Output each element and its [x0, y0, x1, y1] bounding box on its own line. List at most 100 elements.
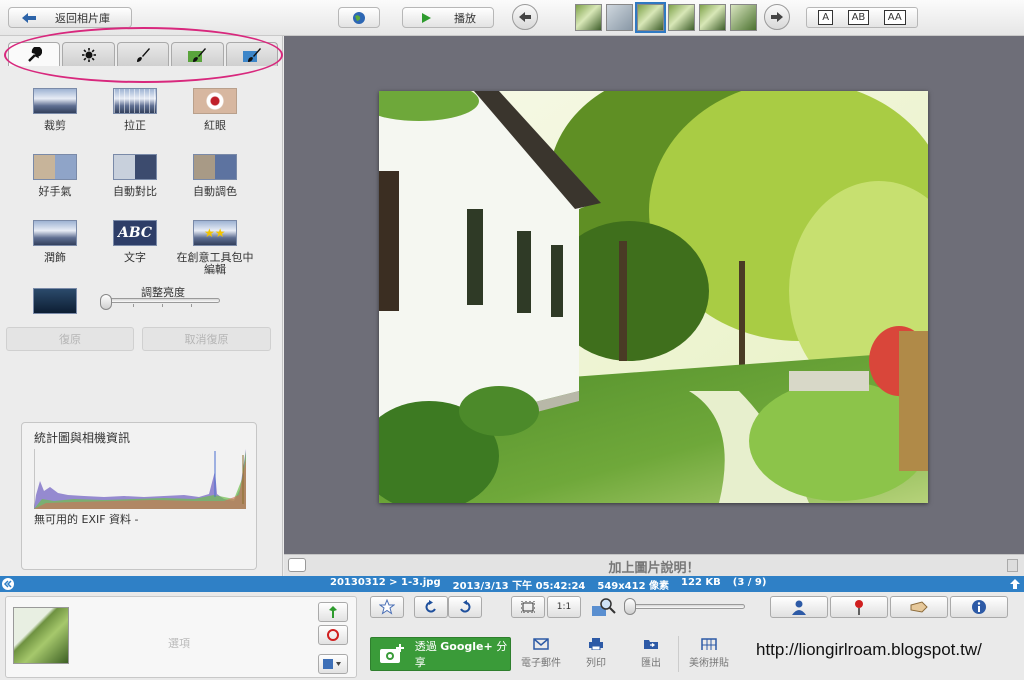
filmstrip-thumb[interactable] — [730, 4, 757, 31]
time-prefix: 下午 — [512, 581, 533, 592]
tool-label: 拉正 — [124, 119, 146, 132]
filmstrip-thumb[interactable] — [575, 4, 602, 31]
email-label: 電子郵件 — [521, 658, 561, 669]
photo-tray: 選項 1:1 透過 Google+ 分享 電子郵件 列印 匯出 美術拼貼 htt… — [0, 592, 1024, 680]
fill-light-preview[interactable] — [14, 288, 96, 320]
tags-button[interactable] — [890, 596, 948, 618]
undo-button[interactable]: 復原 — [6, 327, 134, 351]
trash-icon[interactable] — [1007, 559, 1018, 572]
rotate-right-button[interactable] — [448, 596, 482, 618]
blue-brush-icon — [242, 47, 261, 62]
collage-button[interactable]: 美術拼貼 — [684, 638, 734, 669]
next-photo-button[interactable] — [764, 4, 790, 30]
email-button[interactable]: 電子郵件 — [516, 638, 566, 669]
brightness-slider-track[interactable] — [104, 298, 220, 307]
share-google-plus-button[interactable]: 透過 Google+ 分享 — [370, 637, 511, 671]
tab-tuning[interactable] — [62, 42, 115, 66]
star-button[interactable] — [370, 596, 404, 618]
left-arrow-icon — [519, 12, 531, 22]
printer-icon — [589, 638, 603, 650]
export-label: 匯出 — [641, 658, 661, 669]
exif-note: 無可用的 EXIF 資料 - — [34, 513, 139, 526]
tool-label: 自動調色 — [193, 185, 237, 198]
previous-photo-button[interactable] — [512, 4, 538, 30]
redeye-icon — [193, 88, 237, 114]
action-separator — [678, 636, 679, 672]
im-feeling-lucky-tool[interactable]: 好手氣 — [14, 154, 96, 198]
blog-watermark-url: http://liongirlroam.blogspot.tw/ — [756, 640, 982, 659]
view-mode-compare[interactable]: AB — [847, 10, 870, 25]
text-tool[interactable]: ABC 文字 — [94, 220, 176, 264]
tool-label: 在創意工具包中編輯 — [176, 251, 254, 276]
back-to-library-button[interactable]: 返回相片庫 — [8, 7, 132, 28]
tab-effects-2[interactable] — [171, 42, 224, 66]
upload-icon[interactable] — [1008, 577, 1022, 591]
photo-info: 20130312 > 1-3.jpg 2013/3/13 下午 05:42:24… — [330, 577, 766, 592]
tab-effects-3[interactable] — [225, 42, 279, 66]
double-left-chevron-icon — [2, 578, 14, 590]
view-mode-single[interactable]: A — [818, 10, 834, 25]
info-button[interactable] — [950, 596, 1008, 618]
slideshow-play-button[interactable]: 播放 — [402, 7, 494, 28]
redo-button[interactable]: 取消復原 — [142, 327, 271, 351]
view-mode-side-by-side[interactable]: AA — [883, 10, 906, 25]
photo-info-bar: 20130312 > 1-3.jpg 2013/3/13 下午 05:42:24… — [0, 576, 1024, 592]
auto-color-tool[interactable]: 自動調色 — [174, 154, 256, 198]
wrench-icon — [28, 46, 43, 62]
retouch-icon — [33, 220, 77, 246]
photo-image — [379, 91, 928, 503]
tool-label: 文字 — [124, 251, 146, 264]
person-icon — [792, 600, 806, 615]
rotate-right-icon — [460, 600, 471, 613]
brightness-icon — [81, 47, 96, 62]
green-pin-icon — [329, 606, 337, 618]
filmstrip-thumb-selected[interactable] — [635, 2, 666, 33]
rotate-left-button[interactable] — [414, 596, 448, 618]
tool-label: 紅眼 — [204, 119, 226, 132]
rotate-left-icon — [425, 600, 436, 613]
people-button[interactable] — [770, 596, 828, 618]
tab-effects[interactable] — [116, 42, 170, 66]
straighten-tool[interactable]: 拉正 — [94, 88, 176, 132]
photo-viewer — [284, 36, 1024, 554]
fit-screen-icon — [521, 601, 535, 613]
tray-thumbnail[interactable] — [13, 607, 69, 664]
straighten-icon — [113, 88, 157, 114]
web-album-button[interactable] — [338, 7, 380, 28]
retouch-tool[interactable]: 潤飾 — [14, 220, 96, 264]
zoom-slider-knob[interactable] — [624, 598, 636, 615]
photo-date: 2013/3/13 下午 05:42:24 — [453, 577, 586, 592]
album-dropdown-icon — [323, 659, 341, 669]
creative-kit-icon — [193, 220, 237, 246]
caption-input[interactable]: 加上圖片說明！ — [284, 557, 1024, 576]
histogram-graph — [34, 449, 246, 509]
auto-contrast-tool[interactable]: 自動對比 — [94, 154, 176, 198]
crop-tool[interactable]: 裁剪 — [14, 88, 96, 132]
clear-tray-button[interactable] — [318, 625, 348, 645]
export-button[interactable]: 匯出 — [626, 638, 676, 669]
filmstrip-thumb[interactable] — [606, 4, 633, 31]
print-button[interactable]: 列印 — [571, 638, 621, 669]
edit-panel: 裁剪 拉正 紅眼 好手氣 自動對比 自動調色 潤飾 ABC 文字 ★★ 在創意工… — [0, 27, 283, 576]
hold-button[interactable] — [318, 602, 348, 622]
crop-icon — [33, 88, 77, 114]
main-photo[interactable] — [379, 91, 928, 503]
tray-box: 選項 — [5, 596, 357, 678]
add-to-album-button[interactable] — [318, 654, 348, 674]
info-icon — [972, 600, 986, 614]
geotag-button[interactable] — [830, 596, 888, 618]
tab-basic-fixes[interactable] — [8, 42, 61, 66]
filmstrip-thumb[interactable] — [668, 4, 695, 31]
photo-dimensions: 549x412 像素 — [597, 577, 669, 592]
collapse-panel-button[interactable] — [0, 576, 16, 592]
text-icon: ABC — [113, 220, 157, 246]
zoom-slider-track[interactable] — [627, 604, 745, 609]
actual-size-button[interactable]: 1:1 — [547, 596, 581, 618]
creative-kit-tool[interactable]: 在創意工具包中編輯 — [174, 220, 256, 276]
share-prefix: 透過 — [414, 640, 437, 653]
export-folder-icon — [644, 640, 658, 649]
fit-to-screen-button[interactable] — [511, 596, 545, 618]
brightness-slider-knob[interactable] — [100, 294, 112, 310]
redeye-tool[interactable]: 紅眼 — [174, 88, 256, 132]
filmstrip-thumb[interactable] — [699, 4, 726, 31]
